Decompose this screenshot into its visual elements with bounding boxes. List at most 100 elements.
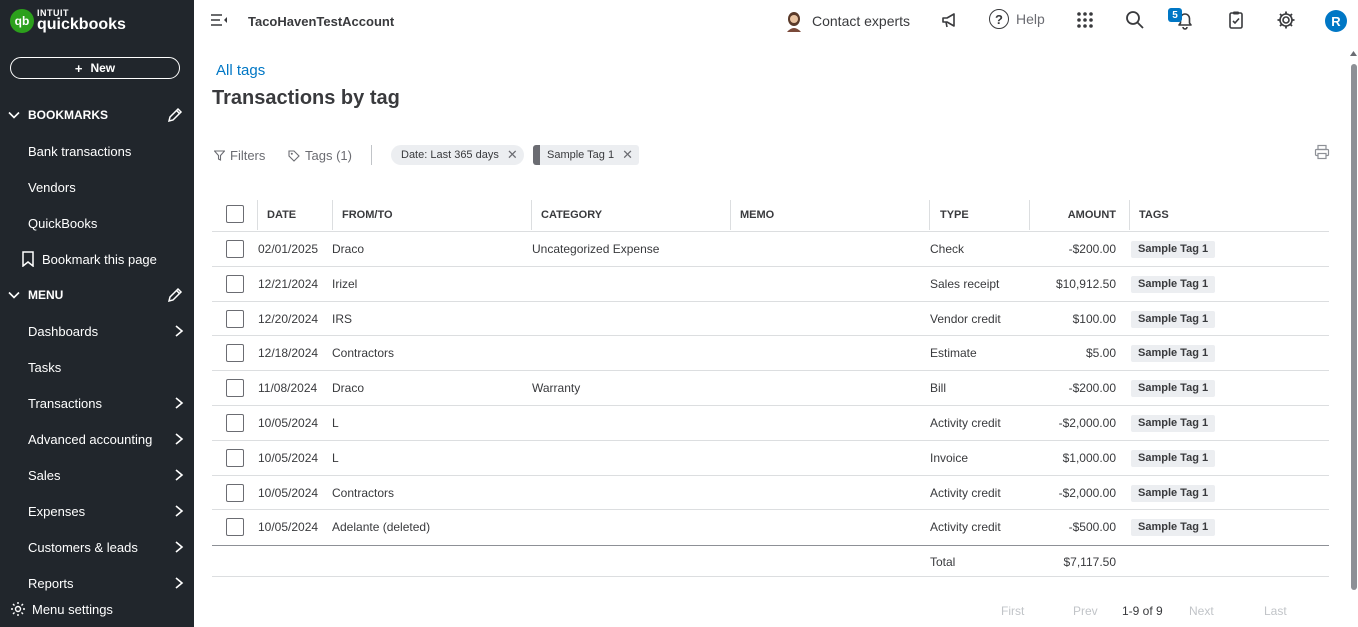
row-checkbox[interactable] [226,379,244,398]
close-icon[interactable]: ✕ [507,147,518,163]
pagination-next[interactable]: Next [1189,604,1214,618]
pencil-icon[interactable] [167,287,183,303]
cell-from-to[interactable]: Contractors [332,486,394,500]
filter-icon [214,150,225,161]
tag-pill[interactable]: Sample Tag 1 [1131,380,1216,398]
scrollbar-thumb[interactable] [1351,64,1357,590]
cell-type: Check [930,242,965,256]
sidebar-item-bank-transactions[interactable]: Bank transactions [0,137,194,165]
column-header-from-to[interactable]: FROM/TO [342,209,393,221]
cell-from-to[interactable]: Irizel [332,277,357,291]
cell-from-to[interactable]: L [332,416,339,430]
apps-grid-icon[interactable] [1075,10,1095,30]
table-row[interactable]: 10/05/2024 L Invoice $1,000.00 Sample Ta… [212,441,1329,476]
row-checkbox[interactable] [226,309,244,328]
cell-from-to[interactable]: IRS [332,312,352,326]
table-row[interactable]: 12/18/2024 Contractors Estimate $5.00 Sa… [212,336,1329,372]
chevron-right-icon [175,325,184,337]
row-checkbox[interactable] [226,240,244,258]
tags-filter-button[interactable]: Tags (1) [288,148,352,163]
tag-pill[interactable]: Sample Tag 1 [1131,241,1216,258]
tag-filter-chip[interactable]: Sample Tag 1 ✕ [533,145,639,165]
column-header-tags[interactable]: TAGS [1139,209,1169,221]
user-avatar[interactable]: R [1325,10,1347,32]
filters-button[interactable]: Filters [214,148,265,163]
cell-from-to[interactable]: Draco [332,242,364,256]
column-header-category[interactable]: CATEGORY [541,209,602,221]
collapse-menu-icon[interactable] [210,13,228,27]
table-row[interactable]: 12/21/2024 Irizel Sales receipt $10,912.… [212,267,1329,302]
column-header-amount[interactable]: AMOUNT [1068,209,1116,221]
tag-pill[interactable]: Sample Tag 1 [1131,449,1216,467]
column-header-memo[interactable]: MEMO [740,209,774,221]
date-filter-chip[interactable]: Date: Last 365 days ✕ [391,145,524,165]
close-icon[interactable]: ✕ [622,147,633,163]
sidebar-item-sales[interactable]: Sales [0,461,194,489]
column-divider [929,200,930,230]
cell-from-to[interactable]: Adelante (deleted) [332,520,430,534]
sidebar-item-vendors[interactable]: Vendors [0,173,194,201]
sidebar-item-expenses[interactable]: Expenses [0,497,194,525]
sidebar-item-dashboards[interactable]: Dashboards [0,317,194,345]
quickbooks-logo-icon: qb [10,9,34,33]
table-row[interactable]: 02/01/2025 Draco Uncategorized Expense C… [212,232,1329,267]
bookmarks-section-header[interactable]: BOOKMARKS [0,101,194,129]
tag-pill[interactable]: Sample Tag 1 [1131,484,1216,502]
cell-amount: -$2,000.00 [1058,415,1116,430]
cell-date: 10/05/2024 [258,520,319,535]
table-row[interactable]: 10/05/2024 Contractors Activity credit -… [212,476,1329,511]
print-icon[interactable] [1314,144,1330,160]
quickbooks-logo[interactable]: qb INTUIT quickbooks [10,9,126,33]
cell-from-to[interactable]: Draco [332,381,364,395]
total-amount: $7,117.50 [1063,555,1117,570]
settings-gear-icon[interactable] [1276,10,1296,30]
tag-pill[interactable]: Sample Tag 1 [1131,310,1216,328]
contact-experts-button[interactable]: Contact experts [784,10,910,32]
chevron-right-icon [175,433,184,445]
tag-pill[interactable]: Sample Tag 1 [1131,519,1216,537]
transactions-table: DATE FROM/TO CATEGORY MEMO TYPE AMOUNT T… [212,198,1329,578]
new-button[interactable]: + New [10,57,180,79]
table-row[interactable]: 11/08/2024 Draco Warranty Bill -$200.00 … [212,371,1329,406]
select-all-checkbox[interactable] [226,205,244,223]
megaphone-icon[interactable] [940,10,960,30]
all-tags-link[interactable]: All tags [216,62,265,79]
task-clipboard-icon[interactable] [1226,10,1246,30]
tag-pill[interactable]: Sample Tag 1 [1131,414,1216,432]
row-checkbox[interactable] [226,448,244,467]
cell-from-to[interactable]: L [332,451,339,465]
menu-section-header[interactable]: MENU [0,281,194,309]
table-row[interactable]: 10/05/2024 L Activity credit -$2,000.00 … [212,406,1329,441]
sidebar-item-quickbooks[interactable]: QuickBooks [0,209,194,237]
tag-pill[interactable]: Sample Tag 1 [1131,275,1216,293]
table-row[interactable]: 12/20/2024 IRS Vendor credit $100.00 Sam… [212,302,1329,337]
cell-type: Activity credit [930,485,1001,500]
pagination-prev[interactable]: Prev [1073,604,1098,618]
table-row[interactable]: 10/05/2024 Adelante (deleted) Activity c… [212,510,1329,545]
sidebar-item-tasks[interactable]: Tasks [0,353,194,381]
sidebar-item-transactions[interactable]: Transactions [0,389,194,417]
sidebar-item-label: Vendors [28,179,76,195]
sidebar-item-advanced-accounting[interactable]: Advanced accounting [0,425,194,453]
help-button[interactable]: ? Help [989,9,1045,29]
pagination-last[interactable]: Last [1264,604,1287,618]
row-checkbox[interactable] [226,274,244,293]
sidebar-item-customers-leads[interactable]: Customers & leads [0,533,194,561]
cell-from-to[interactable]: Contractors [332,346,394,360]
cell-date: 10/05/2024 [258,485,319,500]
bookmark-this-page[interactable]: Bookmark this page [0,245,194,273]
search-icon[interactable] [1125,10,1145,30]
menu-settings-button[interactable]: Menu settings [0,591,194,627]
column-header-date[interactable]: DATE [267,209,296,221]
pagination-first[interactable]: First [1001,604,1024,618]
row-checkbox[interactable] [226,483,244,502]
row-checkbox[interactable] [226,518,244,537]
row-checkbox[interactable] [226,413,244,432]
scroll-up-icon[interactable] [1349,48,1358,58]
table-header: DATE FROM/TO CATEGORY MEMO TYPE AMOUNT T… [212,198,1329,232]
pencil-icon[interactable] [167,107,183,123]
tag-pill[interactable]: Sample Tag 1 [1131,345,1216,363]
column-header-type[interactable]: TYPE [940,209,969,221]
sidebar-item-label: Bank transactions [28,143,132,159]
row-checkbox[interactable] [226,344,244,363]
